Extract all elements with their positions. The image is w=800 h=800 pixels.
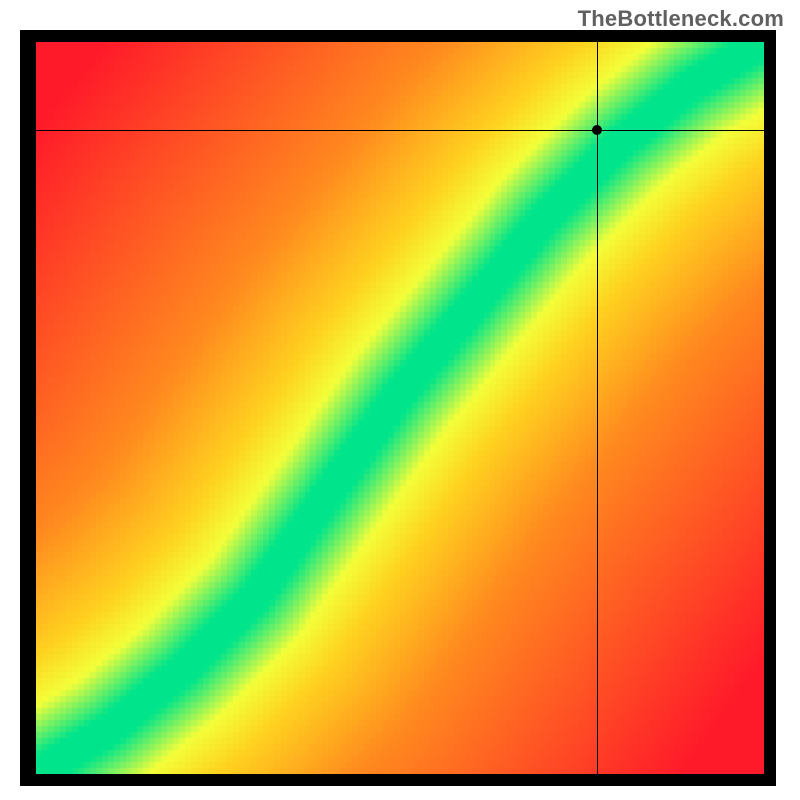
heatmap-plot (36, 42, 764, 774)
chart-container: TheBottleneck.com (0, 0, 800, 800)
crosshair-vertical (597, 42, 598, 774)
crosshair-marker (592, 125, 602, 135)
watermark-text: TheBottleneck.com (578, 6, 784, 32)
crosshair-horizontal (36, 130, 764, 131)
